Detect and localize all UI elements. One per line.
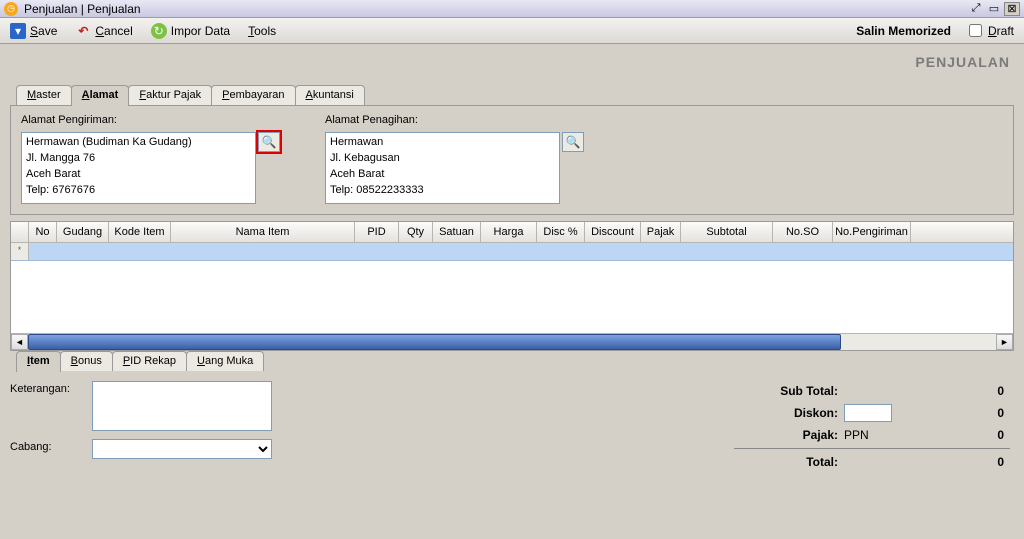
item-grid-new-row[interactable]: *	[11, 243, 1013, 261]
total-value: 0	[934, 455, 1004, 469]
address-panel: Alamat Pengiriman: 🔍 Alamat Penagihan: 🔍	[10, 105, 1014, 215]
tab-pid-rekap[interactable]: PID Rekap	[112, 351, 187, 371]
cancel-button[interactable]: ↶ Cancel	[71, 21, 136, 41]
app-icon: ◷	[4, 2, 18, 16]
shipping-address-lookup-button[interactable]: 🔍	[258, 132, 280, 152]
item-grid: NoGudangKode ItemNama ItemPIDQtySatuanHa…	[10, 221, 1014, 351]
diskon-label: Diskon:	[734, 406, 844, 420]
tab-master[interactable]: Master	[16, 85, 72, 105]
pajak-name: PPN	[844, 428, 934, 442]
tab-item[interactable]: Item	[16, 351, 61, 372]
tab-alamat[interactable]: Alamat	[71, 85, 130, 106]
footer: Keterangan: Cabang: Sub Total: 0 Diskon:…	[10, 371, 1014, 472]
col-no-so[interactable]: No.SO	[773, 222, 833, 242]
col-pajak[interactable]: Pajak	[641, 222, 681, 242]
tab-pembayaran[interactable]: Pembayaran	[211, 85, 295, 105]
scroll-left-button[interactable]: ◄	[11, 334, 28, 350]
col-no-pengiriman[interactable]: No.Pengiriman	[833, 222, 911, 242]
magnifier-icon: 🔍	[566, 135, 581, 149]
col-no[interactable]: No	[29, 222, 57, 242]
col-satuan[interactable]: Satuan	[433, 222, 481, 242]
pajak-label: Pajak:	[734, 428, 844, 442]
main-area: PENJUALAN Master Alamat Faktur Pajak Pem…	[0, 44, 1024, 539]
shipping-address-column: Alamat Pengiriman: 🔍	[21, 114, 301, 204]
top-tabstrip: Master Alamat Faktur Pajak Pembayaran Ak…	[10, 84, 1014, 105]
window-title: Penjualan | Penjualan	[24, 2, 968, 16]
draft-label: Draft	[988, 24, 1014, 38]
save-icon: ▾	[10, 23, 26, 39]
billing-address-column: Alamat Penagihan: 🔍	[325, 114, 605, 204]
item-grid-hscroll[interactable]: ◄ ►	[11, 333, 1013, 350]
tab-faktur-pajak[interactable]: Faktur Pajak	[128, 85, 212, 105]
tab-akuntansi[interactable]: Akuntansi	[295, 85, 365, 105]
total-label: Total:	[734, 455, 844, 469]
tab-bonus[interactable]: Bonus	[60, 351, 113, 371]
magnifier-icon: 🔍	[262, 135, 277, 149]
import-button[interactable]: ↻ Impor Data	[147, 21, 234, 41]
cabang-label: Cabang:	[10, 439, 84, 453]
title-bar: ◷ Penjualan | Penjualan ⤢ ▭ ⊠	[0, 0, 1024, 18]
row-handle-header	[11, 222, 29, 242]
col-harga[interactable]: Harga	[481, 222, 537, 242]
salin-label: Salin Memorized	[856, 24, 951, 38]
bottom-tabstrip: Item Bonus PID Rekap Uang Muka	[10, 350, 1014, 371]
tools-menu[interactable]: Tools	[244, 22, 280, 40]
billing-address-label: Alamat Penagihan:	[325, 114, 605, 126]
maximize-icon[interactable]: ▭	[986, 2, 1002, 16]
diskon-input[interactable]	[844, 404, 892, 422]
keterangan-label: Keterangan:	[10, 381, 84, 395]
tab-uang-muka[interactable]: Uang Muka	[186, 351, 264, 371]
new-row-handle: *	[11, 243, 29, 260]
salin-memorized-button[interactable]: Salin Memorized	[852, 22, 955, 40]
col-pid[interactable]: PID	[355, 222, 399, 242]
scroll-right-button[interactable]: ►	[996, 334, 1013, 350]
import-icon: ↻	[151, 23, 167, 39]
col-disc-[interactable]: Disc %	[537, 222, 585, 242]
subtotal-value: 0	[934, 384, 1004, 398]
shipping-address-label: Alamat Pengiriman:	[21, 114, 301, 126]
item-grid-header: NoGudangKode ItemNama ItemPIDQtySatuanHa…	[11, 222, 1013, 243]
col-kode-item[interactable]: Kode Item	[109, 222, 171, 242]
draft-checkbox[interactable]	[969, 24, 982, 37]
keterangan-input[interactable]	[92, 381, 272, 431]
scroll-thumb[interactable]	[28, 334, 841, 350]
close-icon[interactable]: ⊠	[1004, 2, 1020, 16]
diskon-value: 0	[934, 406, 1004, 420]
cancel-label: Cancel	[95, 24, 132, 38]
col-subtotal[interactable]: Subtotal	[681, 222, 773, 242]
col-qty[interactable]: Qty	[399, 222, 433, 242]
footer-right: Sub Total: 0 Diskon: 0 Pajak: PPN 0 Tota…	[734, 381, 1014, 472]
save-button[interactable]: ▾ Save	[6, 21, 61, 41]
col-nama-item[interactable]: Nama Item	[171, 222, 355, 242]
restore-icon[interactable]: ⤢	[968, 2, 984, 16]
col-gudang[interactable]: Gudang	[57, 222, 109, 242]
shipping-address-input[interactable]	[21, 132, 256, 204]
subtotal-label: Sub Total:	[734, 384, 844, 398]
scroll-track[interactable]	[28, 334, 996, 350]
toolbar: ▾ Save ↶ Cancel ↻ Impor Data Tools Salin…	[0, 18, 1024, 44]
cancel-icon: ↶	[75, 23, 91, 39]
import-label: Impor Data	[171, 24, 230, 38]
pajak-value: 0	[934, 428, 1004, 442]
draft-checkbox-wrap[interactable]: Draft	[965, 22, 1018, 40]
item-grid-body[interactable]	[11, 261, 1013, 333]
tools-label: Tools	[248, 24, 276, 38]
page-title: PENJUALAN	[10, 48, 1014, 84]
cabang-select[interactable]	[92, 439, 272, 459]
footer-left: Keterangan: Cabang:	[10, 381, 310, 472]
billing-address-input[interactable]	[325, 132, 560, 204]
save-label: Save	[30, 24, 57, 38]
billing-address-lookup-button[interactable]: 🔍	[562, 132, 584, 152]
col-discount[interactable]: Discount	[585, 222, 641, 242]
